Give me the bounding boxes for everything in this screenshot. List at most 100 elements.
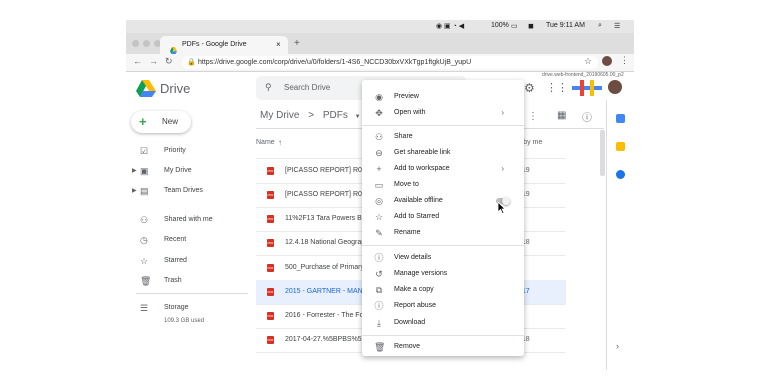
new-button[interactable]: + New (131, 111, 191, 133)
menu-separator (362, 245, 524, 246)
back-icon[interactable]: ← (133, 56, 142, 66)
file-name: 2017-04-27.%5BPBS%5DA (285, 336, 372, 343)
reload-icon[interactable]: ↻ (165, 56, 173, 67)
address-bar[interactable]: 🔒 https://drive.google.com/corp/drive/u/… (182, 56, 598, 69)
profile-avatar[interactable] (602, 56, 612, 66)
menu-item-label: Available offline (394, 197, 443, 204)
tab-close-icon[interactable]: × (276, 40, 281, 49)
chevron-down-icon[interactable]: ▼ (355, 114, 361, 120)
new-tab-button[interactable]: + (294, 38, 300, 49)
grid-view-icon[interactable]: ▦ (557, 110, 566, 121)
menu-separator (362, 125, 524, 126)
clock-icon: ◷ (140, 235, 148, 245)
menu-item-view-details[interactable]: ⓘ View details (362, 252, 524, 266)
eye-icon: ◉ (375, 92, 383, 102)
clock: Tue 9:11 AM (546, 22, 585, 29)
side-panel-divider (606, 100, 607, 370)
battery-percent: 100% (491, 22, 509, 29)
menu-item-rename[interactable]: ✎ Rename (362, 227, 524, 241)
user-icon: ◼ (528, 23, 534, 30)
settings-gear-icon[interactable]: ⚙ (524, 81, 535, 95)
menu-item-remove[interactable]: 🗑 Remove (362, 341, 524, 355)
calendar-icon[interactable] (616, 114, 625, 123)
status-icons: ◉ ▣ ◔ ◀ (436, 23, 465, 30)
apps-grid-icon[interactable]: ⋮⋮ (546, 81, 568, 94)
tasks-icon[interactable] (616, 170, 625, 179)
url-text: https://drive.google.com/corp/drive/u/0/… (198, 59, 472, 66)
sidebar-item-label: Shared with me (164, 216, 213, 223)
move-folder-icon: ▭ (374, 180, 384, 190)
more-actions-icon[interactable]: ⋮ (528, 111, 538, 122)
menu-item-label: Rename (394, 229, 421, 236)
menu-item-open-with[interactable]: ✥ Open with › (362, 107, 524, 121)
storage-used: 109.3 GB used (164, 318, 205, 324)
menu-item-add-to-workspace[interactable]: + Add to workspace › (362, 163, 524, 177)
notification-center-icon[interactable]: ☰ (614, 22, 620, 30)
expand-arrow-icon[interactable]: ▶ (132, 187, 137, 194)
file-name: 500_Purchase of Primary I (285, 264, 368, 271)
storage-label: Storage (164, 304, 189, 311)
pdf-file-icon: PDF (267, 239, 274, 247)
account-avatar[interactable] (608, 80, 622, 94)
people-icon: ⚇ (140, 215, 149, 225)
menu-item-share[interactable]: ⚇ Share (362, 131, 524, 145)
menu-item-label: Report abuse (394, 302, 437, 309)
macos-menu-bar: ◉ ▣ ◔ ◀ 100% ▭ ◼ Tue 9:11 AM ⌕ ☰ (126, 20, 634, 34)
browser-tab[interactable]: PDFs - Google Drive × (160, 36, 288, 54)
forward-icon[interactable]: → (149, 56, 158, 66)
info-icon[interactable]: ⓘ (582, 109, 592, 124)
history-icon: ↺ (375, 269, 383, 279)
trash-icon: 🗑 (374, 342, 386, 352)
priority-icon: ☑ (140, 146, 149, 156)
menu-item-download[interactable]: ⤓ Download (362, 317, 524, 331)
expand-panel-chevron-icon[interactable]: › (616, 341, 619, 351)
menu-item-report-abuse[interactable]: ⓘ Report abuse (362, 300, 524, 314)
pdf-file-icon: PDF (267, 215, 274, 223)
menu-item-label: Add to workspace (394, 165, 450, 172)
storage-icon: ☰ (140, 303, 149, 313)
file-name: 12.4.18 National Geograph (285, 239, 370, 246)
column-name[interactable]: Name (256, 139, 275, 146)
sidebar-item-label: My Drive (164, 167, 192, 174)
file-name: 2016 - Forrester - The Forre (285, 312, 373, 319)
star-icon: ☆ (374, 212, 384, 222)
browser-menu-icon[interactable]: ⋮ (620, 55, 629, 66)
build-tag: drive.web-frontend_20190605.00_p2 (542, 72, 624, 78)
context-menu: ◉ Preview ✥ Open with › ⚇ Share ⊖ Get sh… (362, 80, 524, 356)
window-close-button[interactable] (132, 40, 139, 47)
menu-item-label: Manage versions (394, 270, 448, 277)
breadcrumb-pdfs[interactable]: PDFs (323, 110, 348, 121)
breadcrumb-my-drive[interactable]: My Drive (260, 110, 299, 121)
pdf-file-icon: PDF (267, 336, 274, 344)
menu-item-label: Share (394, 133, 413, 140)
pdf-file-icon: PDF (267, 264, 274, 272)
plus-icon: + (139, 114, 147, 129)
sidebar-item-label: Starred (164, 257, 187, 264)
scrollbar[interactable] (600, 130, 605, 176)
new-button-label: New (162, 117, 179, 126)
spotlight-icon[interactable]: ⌕ (598, 22, 602, 30)
pencil-icon: ✎ (375, 228, 383, 238)
link-icon: ⊖ (375, 148, 383, 158)
menu-item-make-copy[interactable]: ⧉ Make a copy (362, 284, 524, 298)
report-icon: ⓘ (374, 301, 384, 311)
open-with-icon: ✥ (375, 108, 383, 118)
menu-item-manage-versions[interactable]: ↺ Manage versions (362, 268, 524, 282)
bookmark-star-icon[interactable]: ☆ (584, 56, 592, 67)
sidebar-item-label: Trash (164, 277, 182, 284)
menu-item-label: Get shareable link (394, 149, 451, 156)
workspace-logo-icon (572, 80, 602, 96)
menu-item-get-link[interactable]: ⊖ Get shareable link (362, 147, 524, 161)
keep-icon[interactable] (616, 142, 625, 151)
menu-item-preview[interactable]: ◉ Preview (362, 91, 524, 105)
info-icon: ⓘ (374, 253, 384, 263)
drive-favicon-icon (170, 41, 177, 54)
add-icon: + (376, 164, 382, 174)
star-icon: ☆ (140, 256, 149, 266)
expand-arrow-icon[interactable]: ▶ (132, 167, 137, 174)
battery-icon: ▭ (511, 23, 518, 30)
menu-item-move-to[interactable]: ▭ Move to (362, 179, 524, 193)
window-minimize-button[interactable] (143, 40, 150, 47)
submenu-arrow-icon: › (501, 164, 504, 173)
sort-arrow-up-icon[interactable]: ↑ (278, 138, 282, 147)
